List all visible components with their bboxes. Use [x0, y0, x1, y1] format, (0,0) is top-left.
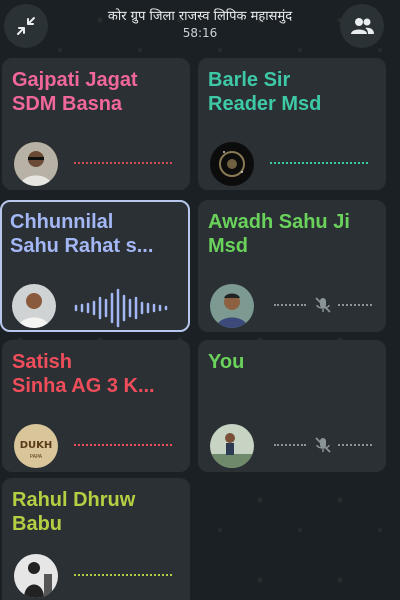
participant-tile[interactable]: Rahul Dhruw Babu	[2, 478, 190, 600]
participant-tile[interactable]: Barle Sir Reader Msd	[198, 58, 386, 190]
participant-tile[interactable]: Chhunnilal Sahu Rahat s...	[0, 200, 190, 332]
avatar	[210, 142, 254, 186]
connecting-indicator	[74, 444, 172, 446]
participant-tile[interactable]: Gajpati Jagat SDM Basna	[2, 58, 190, 190]
call-duration: 58:16	[182, 26, 218, 40]
participant-name: Awadh Sahu Ji Msd	[208, 211, 350, 257]
call-header: कोर ग्रुप जिला राजस्व लिपिक महासमुंद 58:…	[0, 0, 400, 52]
avatar-text: DUKH	[20, 440, 53, 451]
minimize-call-button[interactable]	[4, 4, 48, 48]
avatar	[12, 284, 56, 328]
participant-name: Satish Sinha AG 3 K...	[12, 351, 155, 397]
muted-indicator-line	[274, 304, 306, 306]
connecting-indicator	[74, 574, 172, 576]
participant-name: You	[208, 351, 245, 373]
muted-indicator-line	[338, 444, 372, 446]
avatar	[14, 142, 58, 186]
connecting-indicator	[74, 162, 172, 164]
people-icon	[351, 18, 374, 34]
minimize-arrows-icon	[17, 17, 35, 35]
participant-tile-self[interactable]: You	[198, 340, 386, 472]
avatar	[210, 284, 254, 328]
connecting-indicator	[270, 162, 368, 164]
participant-tile[interactable]: Awadh Sahu Ji Msd	[198, 200, 386, 332]
participant-tile[interactable]: Satish Sinha AG 3 K... DUKH PAPA	[2, 340, 190, 472]
mic-off-icon	[315, 297, 331, 313]
participant-name: Barle Sir Reader Msd	[208, 69, 322, 115]
avatar: DUKH PAPA	[14, 424, 58, 468]
muted-indicator-line	[274, 444, 306, 446]
participant-name: Chhunnilal Sahu Rahat s...	[10, 211, 154, 257]
muted-indicator-line	[338, 304, 372, 306]
avatar-text: PAPA	[30, 454, 43, 460]
group-title: कोर ग्रुप जिला राजस्व लिपिक महासमुंद	[107, 9, 293, 24]
participants-button[interactable]	[340, 4, 384, 48]
audio-waveform	[74, 288, 168, 328]
mic-off-icon	[315, 437, 331, 453]
avatar	[14, 554, 58, 598]
avatar	[210, 424, 254, 468]
participant-name: Rahul Dhruw Babu	[12, 489, 136, 535]
participant-name: Gajpati Jagat SDM Basna	[12, 69, 138, 115]
